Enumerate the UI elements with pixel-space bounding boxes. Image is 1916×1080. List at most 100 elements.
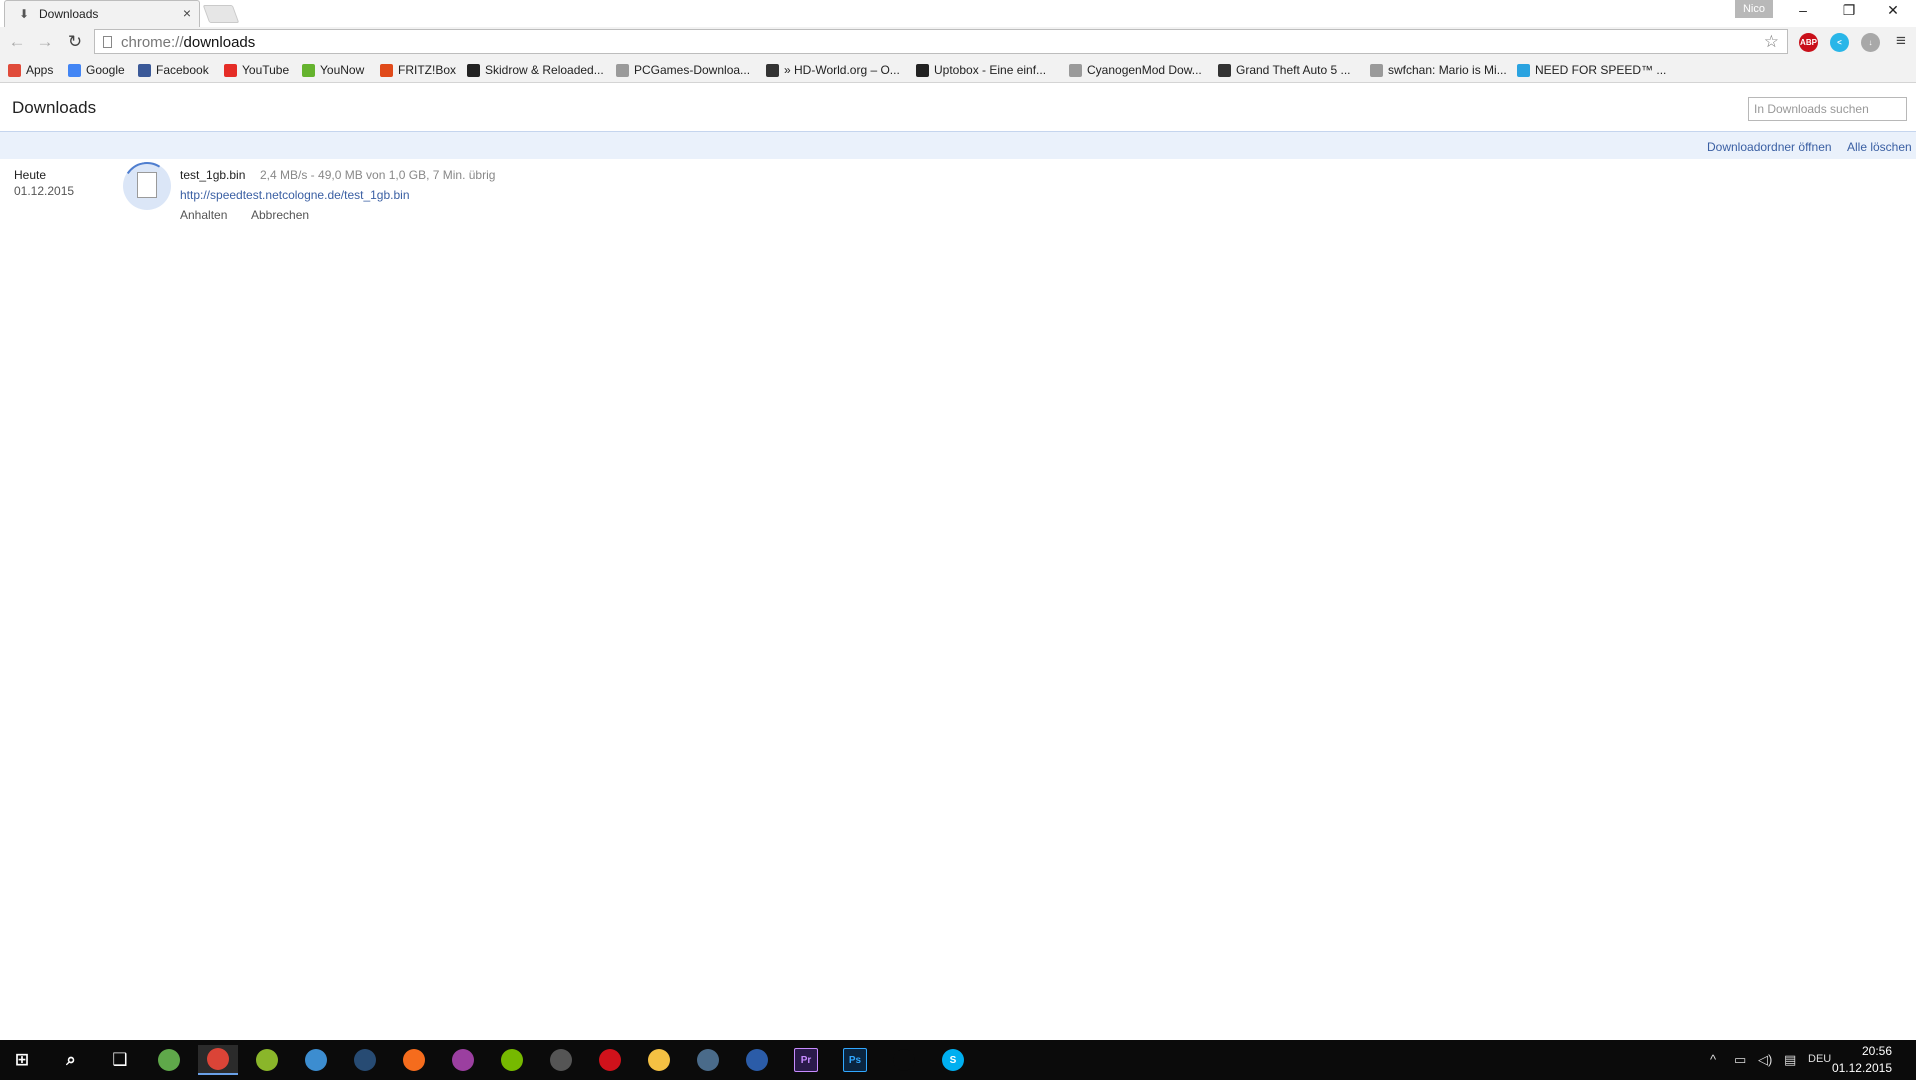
network-icon[interactable]: ▭ [1734, 1052, 1746, 1068]
bookmark-item[interactable]: YouNow [302, 62, 364, 78]
share-extension-icon[interactable]: < [1830, 33, 1849, 52]
bookmark-label: » HD-World.org – O... [784, 63, 900, 77]
globe-app-glyph-icon [158, 1049, 180, 1071]
cinema4d-app-icon[interactable] [737, 1045, 777, 1075]
pause-download-link[interactable]: Anhalten [180, 208, 227, 222]
photoshop-app-icon[interactable]: Ps [835, 1045, 875, 1075]
steam-app-icon[interactable] [345, 1045, 385, 1075]
record-app-glyph-icon [599, 1049, 621, 1071]
bookmark-item[interactable]: FRITZ!Box [380, 62, 456, 78]
globe-app-icon[interactable] [149, 1045, 189, 1075]
file-icon [137, 172, 157, 198]
task-view-glyph-icon: ❑ [109, 1049, 131, 1071]
back-button[interactable]: ← [6, 32, 28, 52]
reload-button[interactable]: ↻ [64, 32, 86, 52]
adblock-plus-icon[interactable]: ABP [1799, 33, 1818, 52]
premiere-app-glyph-icon: Pr [794, 1048, 818, 1072]
teamspeak-app-icon[interactable] [688, 1045, 728, 1075]
profile-button[interactable]: Nico [1735, 0, 1773, 18]
notepad-app-icon[interactable] [541, 1045, 581, 1075]
new-tab-button[interactable] [202, 5, 240, 23]
download-status: 2,4 MB/s - 49,0 MB von 1,0 GB, 7 Min. üb… [260, 168, 496, 182]
search-taskbar-glyph-icon: ⌕ [60, 1049, 82, 1071]
pcgames-icon [616, 63, 629, 77]
bookmark-label: YouTube [242, 63, 290, 77]
file-explorer-icon[interactable] [639, 1045, 679, 1075]
skidrow-icon [467, 63, 480, 77]
hd-world-icon [766, 63, 779, 77]
language-indicator[interactable]: DEU [1808, 1053, 1831, 1065]
bookmark-item[interactable]: CyanogenMod Dow... [1069, 62, 1202, 78]
open-downloads-folder-link[interactable]: Downloadordner öffnen [1707, 140, 1832, 154]
nfs-icon [1517, 63, 1530, 77]
bookmark-item[interactable]: swfchan: Mario is Mi... [1370, 62, 1507, 78]
google-icon [68, 63, 81, 77]
clock-time: 20:56 [1861, 1044, 1892, 1058]
bookmark-label: Grand Theft Auto 5 ... [1236, 63, 1351, 77]
bookmark-label: Apps [26, 63, 54, 77]
chrome-taskbar-icon[interactable] [198, 1045, 238, 1075]
volume-icon[interactable]: ◁) [1758, 1052, 1772, 1068]
url-text: chrome://downloads [121, 34, 255, 51]
download-url-link[interactable]: http://speedtest.netcologne.de/test_1gb.… [180, 188, 410, 202]
url-scheme: chrome:// [121, 34, 184, 51]
date-value: 01.12.2015 [14, 184, 75, 198]
show-hidden-icons-icon[interactable]: ^ [1710, 1052, 1716, 1067]
download-extension-icon[interactable]: ↓ [1861, 33, 1880, 52]
page-icon [103, 36, 112, 48]
record-app-icon[interactable] [590, 1045, 630, 1075]
fritzbox-icon [380, 63, 393, 77]
apps-grid-icon [8, 63, 21, 77]
clock-date: 01.12.2015 [1831, 1061, 1892, 1075]
downloads-actions-bar: Downloadordner öffnen Alle löschen [0, 132, 1916, 159]
close-window-button[interactable]: ✕ [1878, 2, 1908, 19]
download-item: Heute 01.12.2015 test_1gb.bin 2,4 MB/s -… [0, 157, 1916, 230]
bookmark-label: FRITZ!Box [398, 63, 457, 77]
search-taskbar-icon[interactable]: ⌕ [51, 1045, 91, 1075]
uplay-app-icon[interactable] [296, 1045, 336, 1075]
skype-app-icon[interactable]: S [933, 1045, 973, 1075]
photoshop-app-glyph-icon: Ps [843, 1048, 867, 1072]
bookmark-item[interactable]: Grand Theft Auto 5 ... [1218, 62, 1351, 78]
bookmark-item[interactable]: PCGames-Downloa... [616, 62, 750, 78]
bookmark-item[interactable]: YouTube [224, 62, 289, 78]
notifications-icon[interactable]: ▤ [1784, 1052, 1796, 1068]
bookmark-label: Facebook [156, 63, 209, 77]
address-bar[interactable]: chrome://downloads ☆ [94, 29, 1788, 54]
fan-app-icon[interactable] [884, 1045, 924, 1075]
bookmark-item[interactable]: Skidrow & Reloaded... [467, 62, 604, 78]
bookmark-item[interactable]: Uptobox - Eine einf... [916, 62, 1046, 78]
bookmark-item[interactable]: » HD-World.org – O... [766, 62, 900, 78]
origin-app-icon[interactable] [394, 1045, 434, 1075]
clock[interactable]: 20:56 01.12.2015 [1832, 1043, 1892, 1077]
bookmark-item[interactable]: NEED FOR SPEED™ ... [1517, 62, 1666, 78]
premiere-app-icon[interactable]: Pr [786, 1045, 826, 1075]
task-view-icon[interactable]: ❑ [100, 1045, 140, 1075]
fan-app-glyph-icon [893, 1049, 915, 1071]
download-arrow-icon: ⬇ [19, 7, 30, 21]
chrome-menu-button[interactable]: ≡ [1890, 31, 1912, 51]
cinema4d-app-glyph-icon [746, 1049, 768, 1071]
nvidia-app-glyph-icon [501, 1049, 523, 1071]
bookmark-star-icon[interactable]: ☆ [1764, 32, 1779, 52]
tab-downloads[interactable]: ⬇ Downloads × [4, 0, 200, 27]
start-button[interactable]: ⊞ [2, 1045, 42, 1075]
downloads-search-input[interactable] [1748, 97, 1907, 121]
downloads-list: Heute 01.12.2015 test_1gb.bin 2,4 MB/s -… [0, 157, 1916, 230]
windows-taskbar: ⊞ ⌕ ❑ Pr Ps S ^ ▭ ◁) ▤ DEU 20:56 01.12.2015 [0, 1040, 1916, 1080]
tab-close-icon[interactable]: × [183, 5, 191, 21]
bookmark-item[interactable]: Apps [8, 62, 53, 78]
bookmark-label: swfchan: Mario is Mi... [1388, 63, 1507, 77]
nvidia-app-icon[interactable] [492, 1045, 532, 1075]
restore-button[interactable]: ❐ [1834, 2, 1864, 19]
minimize-button[interactable]: – [1788, 2, 1818, 18]
uplay-app-glyph-icon [305, 1049, 327, 1071]
cancel-download-link[interactable]: Abbrechen [251, 208, 309, 222]
bookmark-item[interactable]: Facebook [138, 62, 209, 78]
bookmark-item[interactable]: Google [68, 62, 125, 78]
game-app-icon[interactable] [443, 1045, 483, 1075]
forward-button[interactable]: → [34, 32, 56, 52]
clear-all-link[interactable]: Alle löschen [1847, 140, 1912, 154]
page-icon [1069, 63, 1082, 77]
java-app-icon[interactable] [247, 1045, 287, 1075]
